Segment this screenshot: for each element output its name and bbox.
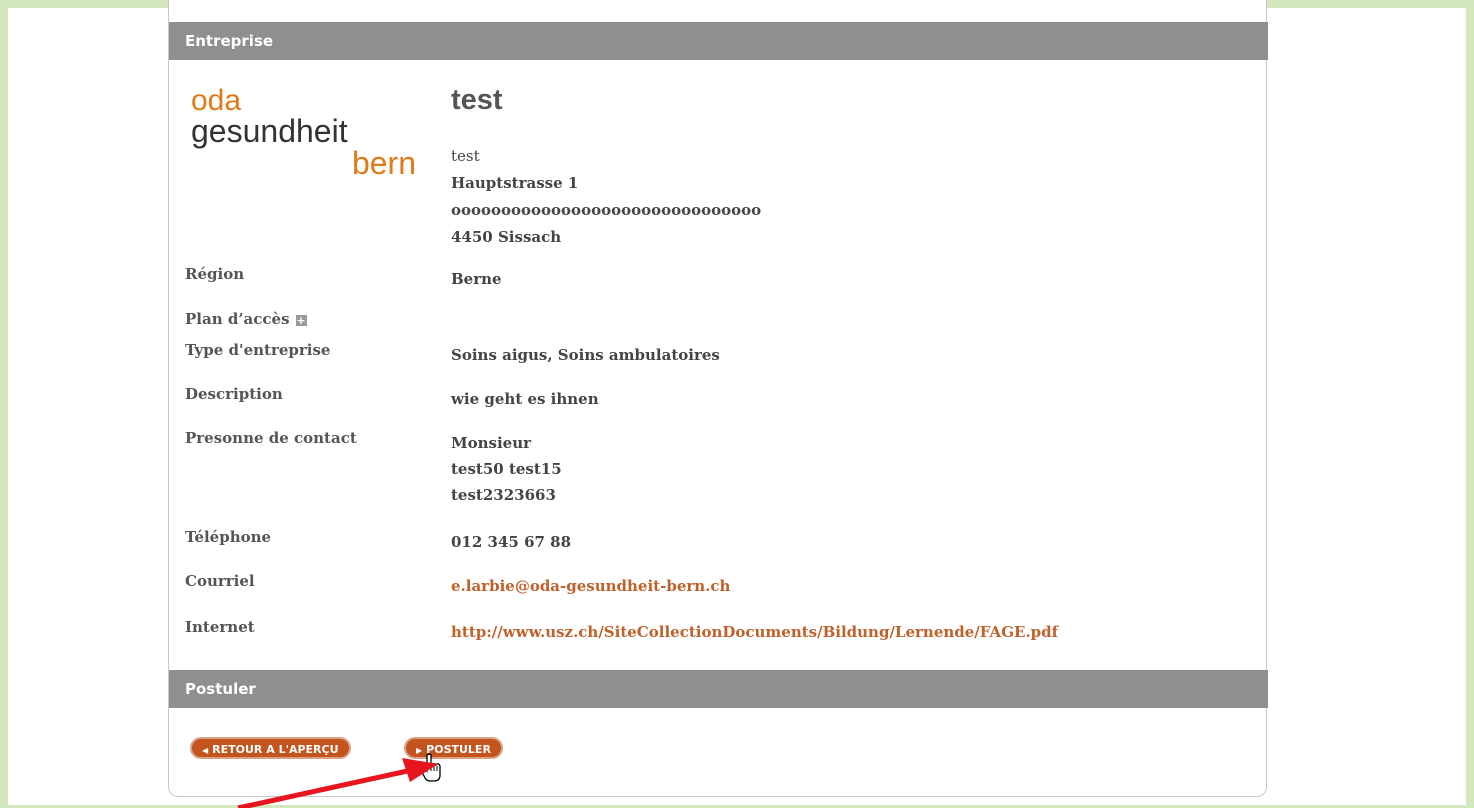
back-to-overview-button[interactable]: ◀ RETOUR A L'APERÇU xyxy=(190,737,351,759)
address-line: test xyxy=(451,147,480,165)
logo-line3: bern xyxy=(351,145,416,181)
phone-value: 012 345 67 88 xyxy=(451,533,572,551)
company-type-label: Type d'entreprise xyxy=(185,341,331,359)
hand-pointer-icon xyxy=(420,753,441,782)
company-section-header: Entreprise xyxy=(169,22,1268,60)
description-value: wie geht es ihnen xyxy=(451,390,599,408)
internet-label: Internet xyxy=(185,618,255,636)
company-address: test Hauptstrasse 1 oooooooooooooooooooo… xyxy=(451,143,761,251)
apply-button[interactable]: ▶ POSTULER xyxy=(404,737,503,759)
contact-value: Monsieur test50 test15 test2323663 xyxy=(451,430,562,508)
contact-line: test50 test15 xyxy=(451,460,562,478)
plus-icon[interactable]: + xyxy=(295,314,307,326)
address-line: 4450 Sissach xyxy=(451,228,562,246)
contact-line: Monsieur xyxy=(451,434,532,452)
logo-line2: gesundheit xyxy=(191,113,348,149)
access-plan-row[interactable]: Plan d’accès + xyxy=(185,310,307,328)
back-button-label: RETOUR A L'APERÇU xyxy=(212,743,339,756)
logo-line1: oda xyxy=(191,84,242,117)
internet-link[interactable]: http://www.usz.ch/SiteCollectionDocument… xyxy=(451,619,1058,645)
address-line: Hauptstrasse 1 xyxy=(451,174,579,192)
company-card: Entreprise oda gesundheit bern test test… xyxy=(168,0,1268,797)
access-plan-label: Plan d’accès xyxy=(185,310,290,328)
description-label: Description xyxy=(185,385,283,403)
triangle-left-icon: ◀ xyxy=(202,746,209,755)
email-label: Courriel xyxy=(185,572,255,590)
contact-label: Presonne de contact xyxy=(185,429,357,447)
company-name: test xyxy=(451,84,503,116)
apply-section-header: Postuler xyxy=(169,670,1268,708)
phone-label: Téléphone xyxy=(185,528,272,546)
company-logo: oda gesundheit bern xyxy=(191,86,421,196)
email-link[interactable]: e.larbie@oda-gesundheit-bern.ch xyxy=(451,573,730,599)
region-value: Berne xyxy=(451,270,502,288)
region-label: Région xyxy=(185,265,245,283)
address-line: ooooooooooooooooooooooooooooooo xyxy=(451,201,762,219)
contact-line: test2323663 xyxy=(451,486,556,504)
company-type-value: Soins aigus, Soins ambulatoires xyxy=(451,346,720,364)
